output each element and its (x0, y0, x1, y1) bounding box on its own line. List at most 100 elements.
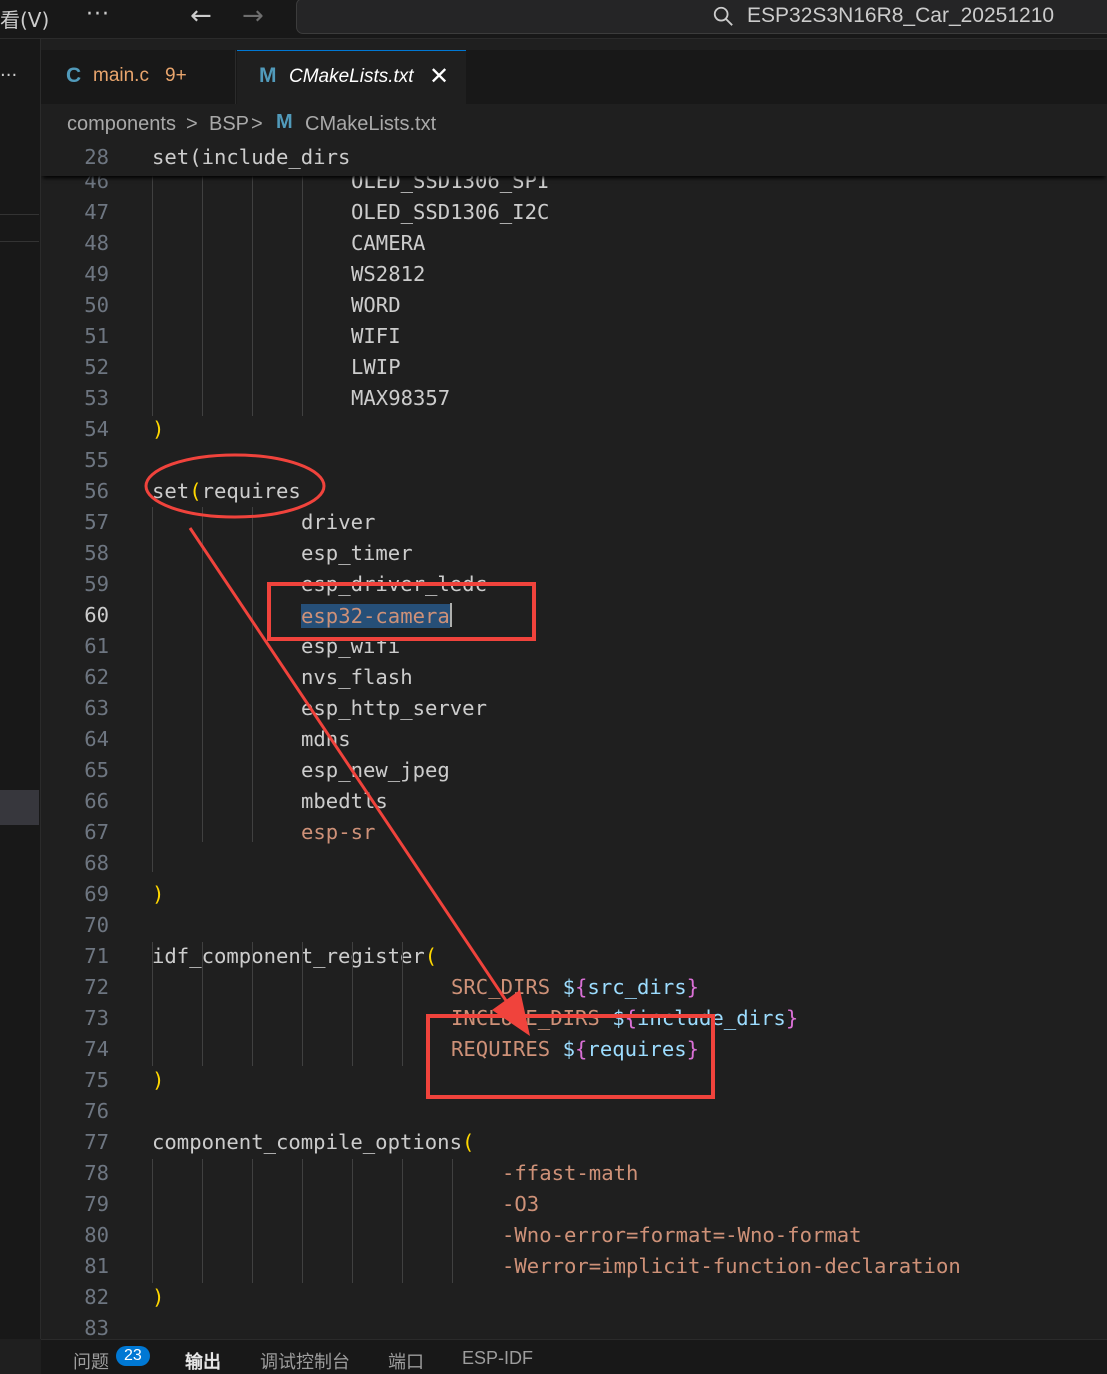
breadcrumb-components[interactable]: components (67, 113, 176, 136)
code-editor[interactable]: 28 set(include_dirs 46 OLED_SSD1306_SPI 47… (41, 142, 1107, 1338)
title-bar: 看(V) ··· ← → ESP32S3N16R8_Car_20251210 (0, 0, 1107, 39)
code-line[interactable]: 57 driver (41, 507, 1107, 538)
line-number: 50 (84, 293, 109, 317)
code-line[interactable]: 81 -Werror=implicit-function-declaration (41, 1251, 1107, 1282)
code-line[interactable]: 68 (41, 848, 1107, 879)
back-arrow-icon[interactable]: ← (190, 1, 212, 31)
line-number: 63 (84, 696, 109, 720)
tab-output[interactable]: 输出 (185, 1348, 221, 1374)
code-text: -O3 (502, 1192, 540, 1216)
breadcrumb-separator: > (186, 113, 198, 135)
line-number: 56 (84, 479, 109, 503)
indent-guide (202, 942, 203, 1066)
indent-guide (152, 166, 153, 416)
tab-ports[interactable]: 端口 (388, 1348, 424, 1374)
sticky-scroll-line[interactable]: 28 set(include_dirs (41, 142, 1107, 176)
code-line[interactable]: 77 component_compile_options( (41, 1127, 1107, 1158)
code-line[interactable]: 74 REQUIRES ${requires} (41, 1034, 1107, 1065)
tab-debug-console[interactable]: 调试控制台 (260, 1348, 350, 1374)
code-line[interactable]: 63 esp_http_server (41, 693, 1107, 724)
code-text: WS2812 (351, 262, 426, 286)
tab-esp-idf[interactable]: ESP-IDF (462, 1348, 533, 1369)
line-number: 58 (84, 541, 109, 565)
code-line[interactable]: 64 mdns (41, 724, 1107, 755)
code-line[interactable]: 59 esp_driver_ledc (41, 569, 1107, 600)
line-number: 52 (84, 355, 109, 379)
line-number: 47 (84, 200, 109, 224)
line-number: 57 (84, 510, 109, 534)
code-text: ) (152, 1285, 165, 1309)
code-line[interactable]: 79 -O3 (41, 1189, 1107, 1220)
indent-guide (302, 942, 303, 1066)
indent-guide (202, 507, 203, 842)
code-line[interactable]: 48 CAMERA (41, 228, 1107, 259)
code-line[interactable]: 80 -Wno-error=format=-Wno-format (41, 1220, 1107, 1251)
indent-guide (402, 942, 403, 1066)
indent-guide (252, 1159, 253, 1283)
code-text: esp_new_jpeg (301, 758, 450, 782)
breadcrumb-bsp[interactable]: BSP (209, 113, 249, 136)
close-icon[interactable]: ✕ (429, 62, 449, 90)
line-number: 28 (84, 145, 109, 169)
breadcrumb-file[interactable]: CMakeLists.txt (305, 113, 436, 136)
code-line[interactable]: 67 esp-sr (41, 817, 1107, 848)
code-line[interactable]: 53 MAX98357 (41, 383, 1107, 414)
command-center-search[interactable]: ESP32S3N16R8_Car_20251210 (296, 0, 1107, 34)
sidebar-edge: ··· (0, 39, 41, 1339)
line-number: 72 (84, 975, 109, 999)
line-number: 77 (84, 1130, 109, 1154)
code-text: nvs_flash (301, 665, 413, 689)
sidebar-more-icon[interactable]: ··· (0, 65, 17, 86)
code-line[interactable]: 60 esp32-camera (41, 600, 1107, 631)
line-number: 83 (84, 1316, 109, 1338)
cmake-file-icon: M (276, 111, 293, 133)
line-number: 68 (84, 851, 109, 875)
sidebar-selected-row[interactable] (0, 790, 39, 825)
forward-arrow-icon[interactable]: → (242, 1, 264, 31)
code-line[interactable]: 47 OLED_SSD1306_I2C (41, 197, 1107, 228)
indent-guide (352, 1159, 353, 1283)
code-line[interactable]: 54) (41, 414, 1107, 445)
code-line[interactable]: 69) (41, 879, 1107, 910)
tab-main-c[interactable]: C main.c 9+ (41, 50, 236, 104)
more-menu-icon[interactable]: ··· (86, 2, 110, 27)
code-line[interactable]: 56 set(requires (41, 476, 1107, 507)
code-line[interactable]: 65 esp_new_jpeg (41, 755, 1107, 786)
c-file-icon: C (66, 64, 82, 87)
line-number: 53 (84, 386, 109, 410)
code-text: esp_timer (301, 541, 413, 565)
code-line[interactable]: 82) (41, 1282, 1107, 1313)
indent-guide (302, 1159, 303, 1283)
code-line[interactable]: 50 WORD (41, 290, 1107, 321)
code-line[interactable]: 70 (41, 910, 1107, 941)
menu-view[interactable]: 看(V) (0, 4, 49, 33)
code-text: mdns (301, 727, 351, 751)
line-number: 67 (84, 820, 109, 844)
code-text: SRC_DIRS ${src_dirs} (451, 975, 700, 999)
code-line[interactable]: 61 esp_wifi (41, 631, 1107, 662)
code-line[interactable]: 51 WIFI (41, 321, 1107, 352)
code-text: CAMERA (351, 231, 426, 255)
code-line[interactable]: 58 esp_timer (41, 538, 1107, 569)
code-line[interactable]: 62 nvs_flash (41, 662, 1107, 693)
code-text: REQUIRES ${requires} (451, 1037, 700, 1061)
code-line[interactable]: 52 LWIP (41, 352, 1107, 383)
code-line[interactable]: 75) (41, 1065, 1107, 1096)
code-line[interactable]: 76 (41, 1096, 1107, 1127)
code-text: INCLUDE_DIRS ${include_dirs} (451, 1006, 799, 1030)
tab-cmakelists[interactable]: M CMakeLists.txt ✕ (237, 50, 466, 104)
line-number: 80 (84, 1223, 109, 1247)
code-line[interactable]: 73 INCLUDE_DIRS ${include_dirs} (41, 1003, 1107, 1034)
code-line[interactable]: 71 idf_component_register( (41, 941, 1107, 972)
code-line[interactable]: 78 -ffast-math (41, 1158, 1107, 1189)
code-line[interactable]: 72 SRC_DIRS ${src_dirs} (41, 972, 1107, 1003)
code-line[interactable]: 66 mbedtls (41, 786, 1107, 817)
code-line[interactable]: 83 (41, 1313, 1107, 1338)
code-text: component_compile_options( (152, 1130, 475, 1154)
tab-problems[interactable]: 问题 (73, 1348, 109, 1374)
code-line[interactable]: 49 WS2812 (41, 259, 1107, 290)
code-line[interactable]: 55 (41, 445, 1107, 476)
line-number: 75 (84, 1068, 109, 1092)
indent-guide (352, 942, 353, 1066)
code-text: mbedtls (301, 789, 388, 813)
